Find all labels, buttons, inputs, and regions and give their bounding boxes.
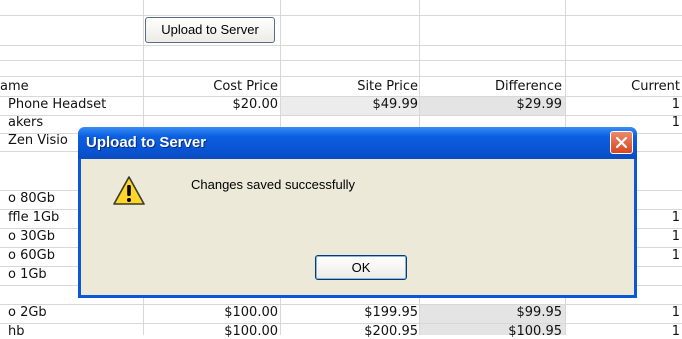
grid-line (0, 60, 682, 61)
cell-cost-price[interactable]: $100.00 (144, 305, 280, 320)
warning-icon (113, 176, 145, 205)
cell-difference[interactable]: $100.95 (420, 324, 564, 339)
upload-to-server-button[interactable]: Upload to Server (145, 17, 275, 43)
cell-difference[interactable]: $29.99 (420, 97, 564, 112)
dialog-titlebar[interactable]: Upload to Server (78, 127, 637, 159)
cell-cost-price[interactable]: $20.00 (144, 97, 280, 112)
column-header-site-price[interactable]: Site Price (281, 77, 420, 96)
cell-name[interactable]: Phone Headset (8, 97, 151, 112)
cell-name[interactable]: hb (8, 324, 151, 339)
ok-button[interactable]: OK (315, 255, 407, 280)
dialog-title: Upload to Server (86, 134, 207, 151)
cell-current[interactable]: 1 (566, 305, 682, 320)
close-icon (615, 136, 628, 149)
cell-difference[interactable]: $99.95 (420, 305, 564, 320)
column-header-cost-price[interactable]: Cost Price (144, 77, 280, 96)
dialog-message: Changes saved successfully (191, 177, 356, 192)
grid-line (0, 15, 682, 16)
cell-current[interactable]: 1 (566, 97, 682, 112)
cell-site-price[interactable]: $199.95 (281, 305, 420, 320)
column-header-name[interactable]: ame (0, 77, 143, 96)
cell-site-price[interactable]: $49.99 (281, 97, 420, 112)
column-header-current[interactable]: Current (566, 77, 682, 96)
column-header-difference[interactable]: Difference (420, 77, 564, 96)
cell-name[interactable]: o 2Gb (8, 305, 151, 320)
cell-current[interactable]: 1 (566, 324, 682, 339)
close-button[interactable] (610, 131, 633, 154)
cell-site-price[interactable]: $200.95 (281, 324, 420, 339)
cell-cost-price[interactable]: $100.00 (144, 324, 280, 339)
upload-dialog: Upload to Server Changes saved successfu… (78, 127, 637, 298)
grid-line (0, 45, 682, 46)
